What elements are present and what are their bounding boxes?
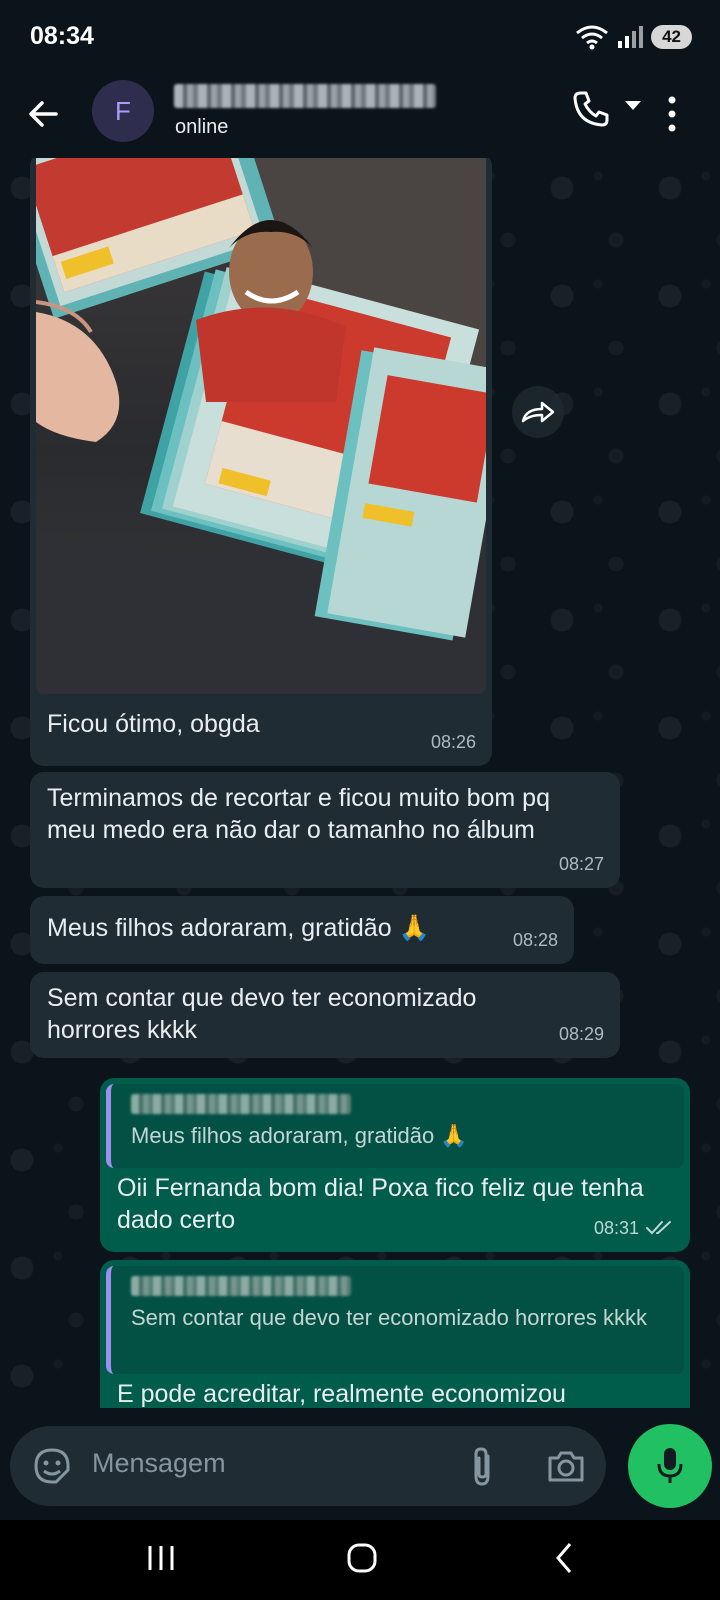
contact-name-redacted[interactable]: [174, 84, 436, 108]
outgoing-message-bubble[interactable]: Meus filhos adoraram, gratidão 🙏 Oii Fer…: [100, 1078, 690, 1252]
image-message-bubble[interactable]: Ficou ótimo, obgda 08:26: [30, 158, 492, 766]
contact-status: online: [175, 116, 229, 138]
status-icons: 42: [575, 22, 692, 52]
phone-icon[interactable]: [570, 88, 612, 130]
chevron-down-icon[interactable]: [624, 100, 642, 112]
voice-message-button[interactable]: [628, 1424, 712, 1508]
message-bubble[interactable]: Terminamos de recortar e ficou muito bom…: [30, 772, 620, 888]
message-time: 08:28: [512, 930, 558, 950]
chat-header: F online: [0, 74, 720, 158]
mic-icon: [657, 1448, 683, 1483]
quoted-sender-redacted: [131, 1094, 351, 1114]
message-text: E pode acreditar, realmente economizou: [117, 1380, 566, 1408]
status-time: 08:34: [30, 22, 94, 50]
message-text: Ficou ótimo, obgda: [47, 710, 260, 738]
signal-icon: [618, 26, 644, 48]
quoted-message[interactable]: Meus filhos adoraram, gratidão 🙏: [106, 1084, 684, 1168]
stickers-photo[interactable]: [36, 158, 486, 694]
message-text: Sem contar que devo ter economizado horr…: [47, 984, 477, 1044]
message-input-bar[interactable]: Mensagem: [10, 1426, 606, 1506]
message-time-row: 08:31: [594, 1212, 674, 1244]
nav-back-icon[interactable]: [552, 1540, 576, 1576]
forward-button[interactable]: [512, 386, 564, 438]
message-bubble[interactable]: Sem contar que devo ter economizado horr…: [30, 972, 620, 1058]
message-time: 08:29: [558, 1024, 604, 1044]
camera-icon[interactable]: [546, 1446, 586, 1486]
recents-icon[interactable]: [146, 1540, 176, 1576]
system-nav-bar: [0, 1520, 720, 1600]
message-bubble[interactable]: Meus filhos adoraram, gratidão 🙏 08:28: [30, 896, 574, 964]
message-time: 08:26: [430, 732, 476, 752]
message-text: Meus filhos adoraram, gratidão 🙏: [47, 914, 430, 942]
quoted-text: Sem contar que devo ter economizado horr…: [131, 1305, 648, 1330]
message-time: 08:27: [558, 854, 604, 874]
message-text: Oii Fernanda bom dia! Poxa fico feliz qu…: [117, 1174, 644, 1234]
attach-icon[interactable]: [468, 1446, 498, 1488]
outgoing-message-bubble[interactable]: Sem contar que devo ter economizado horr…: [100, 1260, 690, 1408]
message-time: 08:31: [593, 1218, 639, 1238]
quoted-sender-redacted: [131, 1276, 351, 1296]
sticker-icon[interactable]: [32, 1446, 72, 1486]
more-vert-icon[interactable]: [666, 92, 678, 136]
battery-indicator: 42: [651, 25, 692, 49]
read-receipt-icon: [646, 1221, 671, 1235]
chat-area[interactable]: Ficou ótimo, obgda 08:26 Terminamos de r…: [0, 158, 720, 1408]
back-button[interactable]: [22, 92, 66, 136]
forward-icon: [521, 401, 555, 423]
home-icon[interactable]: [346, 1540, 378, 1576]
back-arrow-icon: [29, 101, 58, 127]
status-bar: 08:34 42: [0, 0, 720, 74]
message-input[interactable]: Mensagem: [92, 1448, 226, 1479]
avatar[interactable]: F: [92, 80, 154, 142]
quoted-text: Meus filhos adoraram, gratidão 🙏: [131, 1123, 468, 1148]
wifi-icon: [576, 25, 609, 50]
message-text: Terminamos de recortar e ficou muito bom…: [47, 784, 550, 844]
quoted-message[interactable]: Sem contar que devo ter economizado horr…: [106, 1266, 684, 1374]
